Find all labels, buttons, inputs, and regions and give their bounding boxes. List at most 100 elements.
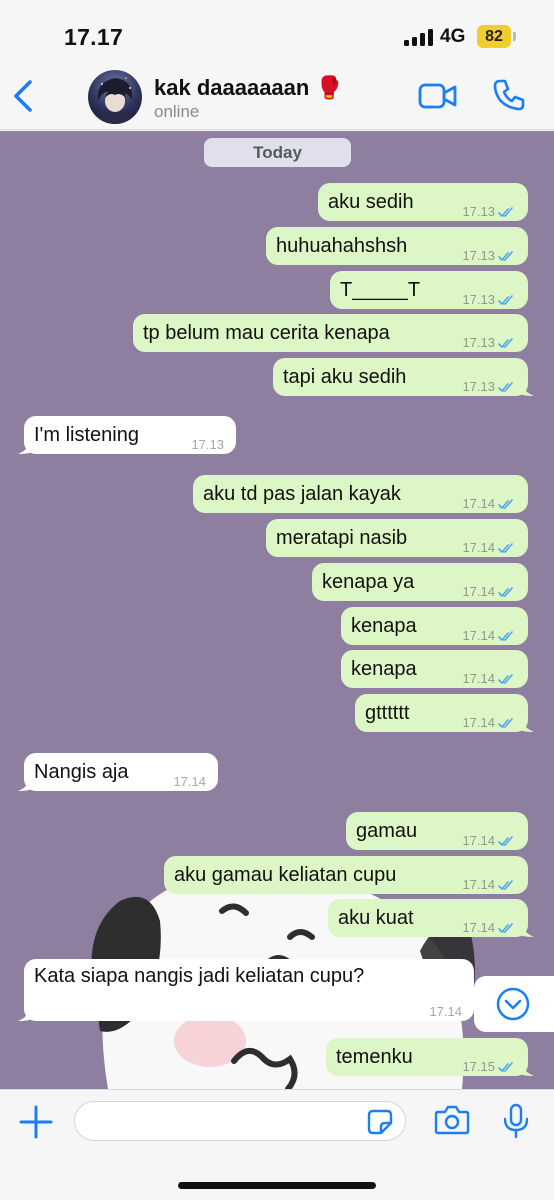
incoming-message-bubble[interactable]: I'm listening 17.13 <box>24 416 236 454</box>
outgoing-message-bubble[interactable]: kenapa 17.14 <box>341 607 528 645</box>
message-text: aku td pas jalan kayak <box>203 483 401 505</box>
message-meta: 17.14 <box>462 672 516 686</box>
camera-button[interactable] <box>434 1104 470 1136</box>
outgoing-message-bubble[interactable]: aku gamau keliatan cupu 17.14 <box>164 856 528 894</box>
message-time: 17.13 <box>462 379 495 394</box>
date-label: Today <box>253 143 302 162</box>
avatar[interactable] <box>88 70 142 124</box>
message-text: kenapa <box>351 658 417 680</box>
chat-area[interactable]: Today aku sedih 17.13 huhuahahshsh 17.13 T__… <box>0 131 554 1089</box>
message-text: kenapa ya <box>322 571 415 593</box>
outgoing-message-bubble[interactable]: aku td pas jalan kayak 17.14 <box>193 475 528 513</box>
bubble-tail <box>520 718 534 732</box>
outgoing-message-bubble[interactable]: temenku 17.15 <box>326 1038 528 1076</box>
network-type: 4G <box>440 26 466 47</box>
outgoing-message-bubble[interactable]: aku sedih 17.13 <box>318 183 528 221</box>
incoming-message-bubble[interactable]: Kata siapa nangis jadi keliatan cupu? 17.… <box>24 959 474 1021</box>
message-input[interactable] <box>74 1101 406 1141</box>
message-meta: 17.14 <box>462 585 516 599</box>
message-meta: 17.14 <box>462 541 516 555</box>
back-button[interactable] <box>8 76 42 116</box>
input-bar <box>0 1089 554 1200</box>
message-time: 17.14 <box>429 1004 462 1019</box>
sticker-button[interactable] <box>367 1109 393 1135</box>
outgoing-message-bubble[interactable]: gtttttt 17.14 <box>355 694 528 732</box>
contact-name[interactable]: kak daaaaaaan 🥊 <box>154 75 343 101</box>
message-text: kenapa <box>351 615 417 637</box>
date-separator: Today <box>204 138 351 167</box>
outgoing-message-bubble[interactable]: tapi aku sedih 17.13 <box>273 358 528 396</box>
double-check-icon <box>498 337 513 348</box>
voice-call-button[interactable] <box>492 78 526 112</box>
outgoing-message-bubble[interactable]: T_____T 17.13 <box>330 271 528 309</box>
chevron-down-circle-icon <box>496 987 530 1021</box>
chevron-left-icon <box>14 80 32 112</box>
message-meta: 17.13 <box>191 438 224 452</box>
message-time: 17.14 <box>462 920 495 935</box>
double-check-icon <box>498 1061 513 1072</box>
battery-level: 82 <box>485 28 503 45</box>
double-check-icon <box>498 922 513 933</box>
status-time: 17.17 <box>64 24 124 50</box>
message-meta: 17.13 <box>462 380 516 394</box>
double-check-icon <box>498 586 513 597</box>
incoming-message-bubble[interactable]: Nangis aja 17.14 <box>24 753 218 791</box>
message-meta: 17.13 <box>462 205 516 219</box>
double-check-icon <box>498 717 513 728</box>
message-meta: 17.14 <box>462 716 516 730</box>
double-check-icon <box>498 630 513 641</box>
bubble-tail <box>520 1062 534 1076</box>
message-time: 17.14 <box>462 584 495 599</box>
sticker-icon <box>367 1109 393 1135</box>
message-text: gtttttt <box>365 702 410 724</box>
message-text: tp belum mau cerita kenapa <box>143 322 390 344</box>
message-meta: 17.14 <box>462 878 516 892</box>
outgoing-message-bubble[interactable]: aku kuat 17.14 <box>328 899 528 937</box>
message-meta: 17.14 <box>173 775 206 789</box>
microphone-icon <box>503 1103 529 1139</box>
home-indicator <box>178 1182 376 1189</box>
message-time: 17.13 <box>462 248 495 263</box>
video-call-button[interactable] <box>418 81 458 111</box>
message-meta: 17.13 <box>462 336 516 350</box>
message-time: 17.14 <box>462 496 495 511</box>
message-time: 17.14 <box>462 671 495 686</box>
double-check-icon <box>498 250 513 261</box>
bubble-tail <box>18 777 32 791</box>
message-text: gamau <box>356 820 418 842</box>
outgoing-message-bubble[interactable]: meratapi nasib 17.14 <box>266 519 528 557</box>
phone-icon <box>493 79 525 111</box>
avatar-image <box>97 77 133 124</box>
message-time: 17.13 <box>462 335 495 350</box>
message-text: huhuahahshsh <box>276 235 408 257</box>
message-time: 17.15 <box>462 1059 495 1074</box>
message-time: 17.14 <box>462 715 495 730</box>
double-check-icon <box>498 381 513 392</box>
double-check-icon <box>498 206 513 217</box>
outgoing-message-bubble[interactable]: huhuahahshsh 17.13 <box>266 227 528 265</box>
message-text: temenku <box>336 1046 413 1068</box>
scroll-to-bottom-button[interactable] <box>474 976 554 1032</box>
outgoing-message-bubble[interactable]: gamau 17.14 <box>346 812 528 850</box>
outgoing-message-bubble[interactable]: kenapa 17.14 <box>341 650 528 688</box>
message-text: tapi aku sedih <box>283 366 407 388</box>
message-time: 17.13 <box>462 292 495 307</box>
message-time: 17.14 <box>173 774 206 789</box>
message-text: meratapi nasib <box>276 527 408 549</box>
attach-button[interactable] <box>18 1104 54 1140</box>
bubble-tail <box>520 382 534 396</box>
outgoing-message-bubble[interactable]: tp belum mau cerita kenapa 17.13 <box>133 314 528 352</box>
message-text: I'm listening <box>34 424 139 446</box>
cellular-signal-icon <box>404 29 434 46</box>
video-camera-icon <box>418 83 457 109</box>
message-meta: 17.13 <box>462 249 516 263</box>
microphone-button[interactable] <box>502 1102 530 1140</box>
message-meta: 17.14 <box>462 629 516 643</box>
message-meta: 17.14 <box>429 1005 462 1019</box>
message-meta: 17.13 <box>462 293 516 307</box>
message-meta: 17.15 <box>462 1060 516 1074</box>
outgoing-message-bubble[interactable]: kenapa ya 17.14 <box>312 563 528 601</box>
message-time: 17.14 <box>462 540 495 555</box>
message-time: 17.14 <box>462 628 495 643</box>
bubble-tail <box>18 440 32 454</box>
